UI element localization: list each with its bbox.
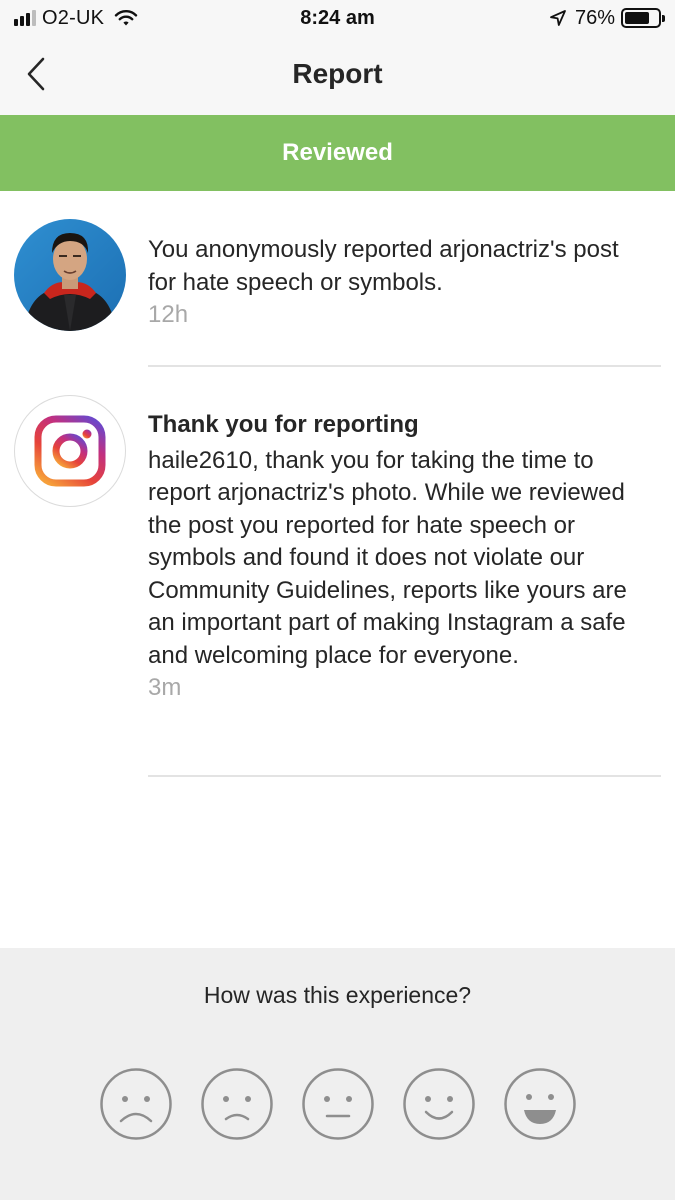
status-banner: Reviewed xyxy=(0,115,675,191)
battery-fill xyxy=(625,12,650,24)
status-right: 76% xyxy=(549,6,665,29)
very-sad-face-icon[interactable] xyxy=(99,1067,173,1141)
grin-face-icon[interactable] xyxy=(503,1067,577,1141)
user-profile-photo xyxy=(14,219,126,331)
message-heading: Thank you for reporting xyxy=(148,411,419,438)
instagram-logo-icon xyxy=(34,415,106,487)
neutral-face-icon[interactable] xyxy=(301,1067,375,1141)
avatar[interactable] xyxy=(14,219,126,331)
timestamp: 12h xyxy=(148,301,189,328)
smile-face-icon[interactable] xyxy=(402,1067,476,1141)
message-body: haile2610, thank you for taking the time… xyxy=(148,446,627,669)
item-message: You anonymously reported arjonactriz's p… xyxy=(148,234,648,330)
feedback-panel: How was this experience? xyxy=(0,948,675,1200)
divider xyxy=(148,775,661,777)
status-banner-label: Reviewed xyxy=(282,139,393,166)
feedback-question: How was this experience? xyxy=(203,982,472,1008)
battery-icon xyxy=(621,8,665,28)
battery-percent: 76% xyxy=(574,6,615,29)
timestamp: 3m xyxy=(148,674,182,701)
report-summary-text: You anonymously reported arjonactriz's p… xyxy=(148,236,619,296)
nav-bar: Report xyxy=(0,38,675,115)
sad-face-icon[interactable] xyxy=(200,1067,274,1141)
item-message: Thank you for reporting haile2610, thank… xyxy=(148,409,648,703)
page-title: Report xyxy=(292,58,383,89)
avatar xyxy=(14,395,126,507)
location-arrow-icon xyxy=(550,10,566,26)
divider xyxy=(148,365,661,367)
status-bar: O2-UK 8:24 am 76% xyxy=(0,0,675,38)
